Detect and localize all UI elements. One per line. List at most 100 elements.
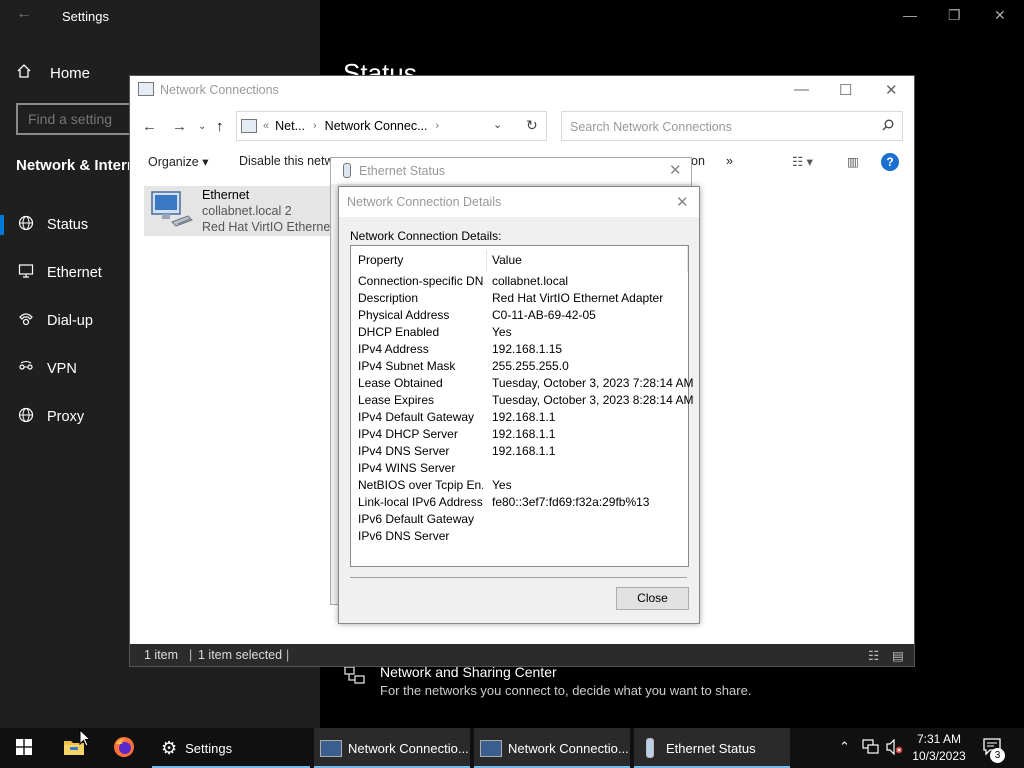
search-placeholder: Search Network Connections	[570, 120, 732, 134]
chevron-up-icon[interactable]: ⌃	[839, 739, 850, 755]
table-row[interactable]: Link-local IPv6 Address fe80::3ef7:fd69:f…	[351, 493, 688, 510]
network-tray-icon[interactable]	[862, 739, 880, 758]
minimize-icon[interactable]: —	[903, 7, 917, 23]
taskbar-app-label: Network Connectio...	[348, 740, 469, 756]
breadcrumb-item[interactable]: Network Connec...	[325, 119, 428, 133]
table-row[interactable]: IPv6 DNS Server	[351, 527, 688, 544]
table-row[interactable]: Lease Expires Tuesday, October 3, 2023 8:…	[351, 391, 693, 408]
chevron-down-icon[interactable]: ⌄	[493, 118, 502, 131]
clock-time: 7:31 AM	[916, 732, 962, 746]
preview-pane-icon[interactable]: ▥	[847, 154, 859, 169]
close-button[interactable]: Close	[616, 587, 689, 610]
item-count: 1 item	[144, 648, 179, 662]
network-sharing-center-link[interactable]: Network and Sharing Center For the netwo…	[343, 664, 751, 698]
sidebar-item-label: VPN	[47, 361, 77, 377]
table-row[interactable]: NetBIOS over Tcpip En... Yes	[351, 476, 688, 493]
refresh-icon[interactable]: ↻	[526, 117, 538, 134]
help-icon[interactable]: ?	[881, 153, 899, 171]
back-arrow-icon[interactable]: ←	[142, 118, 157, 135]
forward-arrow-icon[interactable]: →	[172, 118, 187, 135]
details-titlebar[interactable]: Network Connection Details ✕	[339, 187, 699, 217]
settings-title: Settings	[62, 9, 109, 24]
ethernet-status-icon	[343, 163, 351, 178]
status-divider: |	[286, 648, 290, 662]
clock-date: 10/3/2023	[912, 749, 966, 763]
sidebar-item-label: Proxy	[47, 409, 85, 425]
taskbar-app-label: Network Connectio...	[508, 740, 629, 756]
connection-name: Ethernet	[202, 188, 250, 202]
minimize-icon[interactable]: —	[794, 81, 809, 98]
table-row[interactable]: Lease Obtained Tuesday, October 3, 2023 7…	[351, 374, 693, 391]
sidebar-item-label: Dial-up	[47, 313, 93, 329]
more-commands-button[interactable]: »	[726, 154, 733, 168]
search-icon	[882, 119, 894, 134]
large-icons-view-icon[interactable]: ▤	[892, 648, 904, 663]
organize-button[interactable]: Organize ▾	[148, 154, 208, 169]
table-row[interactable]: IPv4 Subnet Mask 255.255.255.0	[351, 357, 688, 374]
table-row[interactable]: Description Red Hat VirtIO Ethernet Adapt…	[351, 289, 688, 306]
gear-icon: ⚙	[161, 737, 178, 758]
chevron-right-icon: ›	[313, 120, 317, 132]
taskbar-app-ethernet-status[interactable]: Ethernet Status	[634, 728, 790, 768]
notification-badge: 3	[990, 748, 1005, 763]
search-input[interactable]: Search Network Connections	[561, 111, 903, 141]
connection-adapter: Red Hat VirtIO Ethernet A	[202, 220, 344, 234]
close-icon[interactable]: ✕	[669, 161, 682, 179]
close-icon[interactable]: ✕	[885, 81, 898, 99]
details-view-icon[interactable]: ☷	[868, 648, 879, 663]
table-row[interactable]: IPv4 DHCP Server 192.168.1.1	[351, 425, 688, 442]
details-label: Network Connection Details:	[350, 229, 502, 243]
table-row[interactable]: IPv6 Default Gateway	[351, 510, 688, 527]
chevron-down-icon[interactable]: ⌄	[198, 121, 206, 132]
close-icon[interactable]: ✕	[994, 7, 1006, 24]
status-bar: 1 item | 1 item selected | ☷ ▤	[130, 644, 914, 666]
restore-icon[interactable]: ❐	[948, 7, 961, 24]
table-row[interactable]: IPv4 DNS Server 192.168.1.1	[351, 442, 688, 459]
clock[interactable]: 7:31 AM 10/3/2023	[908, 731, 970, 765]
chevron-right-icon: ›	[435, 120, 440, 132]
table-row[interactable]: IPv4 Address 192.168.1.15	[351, 340, 688, 357]
table-row[interactable]: IPv4 Default Gateway 192.168.1.1	[351, 408, 688, 425]
back-arrow-icon[interactable]: ←	[16, 5, 32, 23]
globe-icon	[16, 407, 36, 427]
command-partial-label[interactable]: on	[691, 154, 705, 168]
table-row[interactable]: IPv4 WINS Server	[351, 459, 688, 476]
table-row[interactable]: Connection-specific DN... collabnet.local	[351, 272, 688, 289]
firefox-button[interactable]	[100, 728, 148, 768]
up-arrow-icon[interactable]: ↑	[216, 118, 224, 135]
vpn-icon	[16, 359, 36, 379]
address-bar[interactable]: « Net... › Network Connec... › ⌄ ↻	[236, 111, 547, 141]
ethernet-connection-item[interactable]: Ethernet collabnet.local 2 Red Hat VirtI…	[144, 186, 344, 236]
disable-network-button[interactable]: Disable this netwo	[239, 154, 334, 168]
dialog-title: Network Connection Details	[347, 195, 502, 209]
settings-home[interactable]: Home	[16, 62, 90, 84]
breadcrumb-item[interactable]: Net...	[275, 119, 305, 133]
table-row[interactable]: Physical Address C0-11-AB-69-42-05	[351, 306, 688, 323]
change-view-icon[interactable]: ☷ ▾	[792, 154, 813, 169]
start-button[interactable]	[0, 728, 48, 768]
network-connections-icon	[480, 739, 502, 757]
network-connections-icon	[138, 82, 154, 96]
column-header-property[interactable]: Property	[351, 246, 403, 274]
volume-muted-icon[interactable]	[886, 738, 904, 758]
window-title: Network Connections	[160, 83, 279, 97]
column-header-value[interactable]: Value	[485, 246, 522, 274]
windows-logo-icon	[16, 738, 32, 758]
close-icon[interactable]: ✕	[676, 193, 689, 211]
dialog-divider	[350, 577, 687, 578]
taskbar-app-network-connections[interactable]: Network Connectio...	[474, 728, 630, 768]
home-icon	[16, 63, 36, 83]
connection-network: collabnet.local 2	[202, 204, 292, 218]
maximize-icon[interactable]: ☐	[839, 81, 852, 99]
table-row[interactable]: DHCP Enabled Yes	[351, 323, 688, 340]
network-adapter-icon	[148, 190, 196, 232]
taskbar-app-settings[interactable]: ⚙ Settings	[152, 728, 310, 768]
taskbar-app-network-connections[interactable]: Network Connectio...	[314, 728, 470, 768]
taskbar-app-label: Settings	[185, 740, 233, 756]
ethernet-status-titlebar[interactable]: Ethernet Status ✕	[331, 158, 691, 184]
network-connections-titlebar[interactable]: Network Connections — ☐ ✕	[130, 76, 914, 104]
details-table[interactable]: Property Value Connection-specific DN...…	[350, 245, 693, 567]
overflow-chevron-icon: «	[263, 120, 270, 132]
column-divider	[687, 246, 688, 272]
ethernet-status-icon	[646, 738, 654, 758]
